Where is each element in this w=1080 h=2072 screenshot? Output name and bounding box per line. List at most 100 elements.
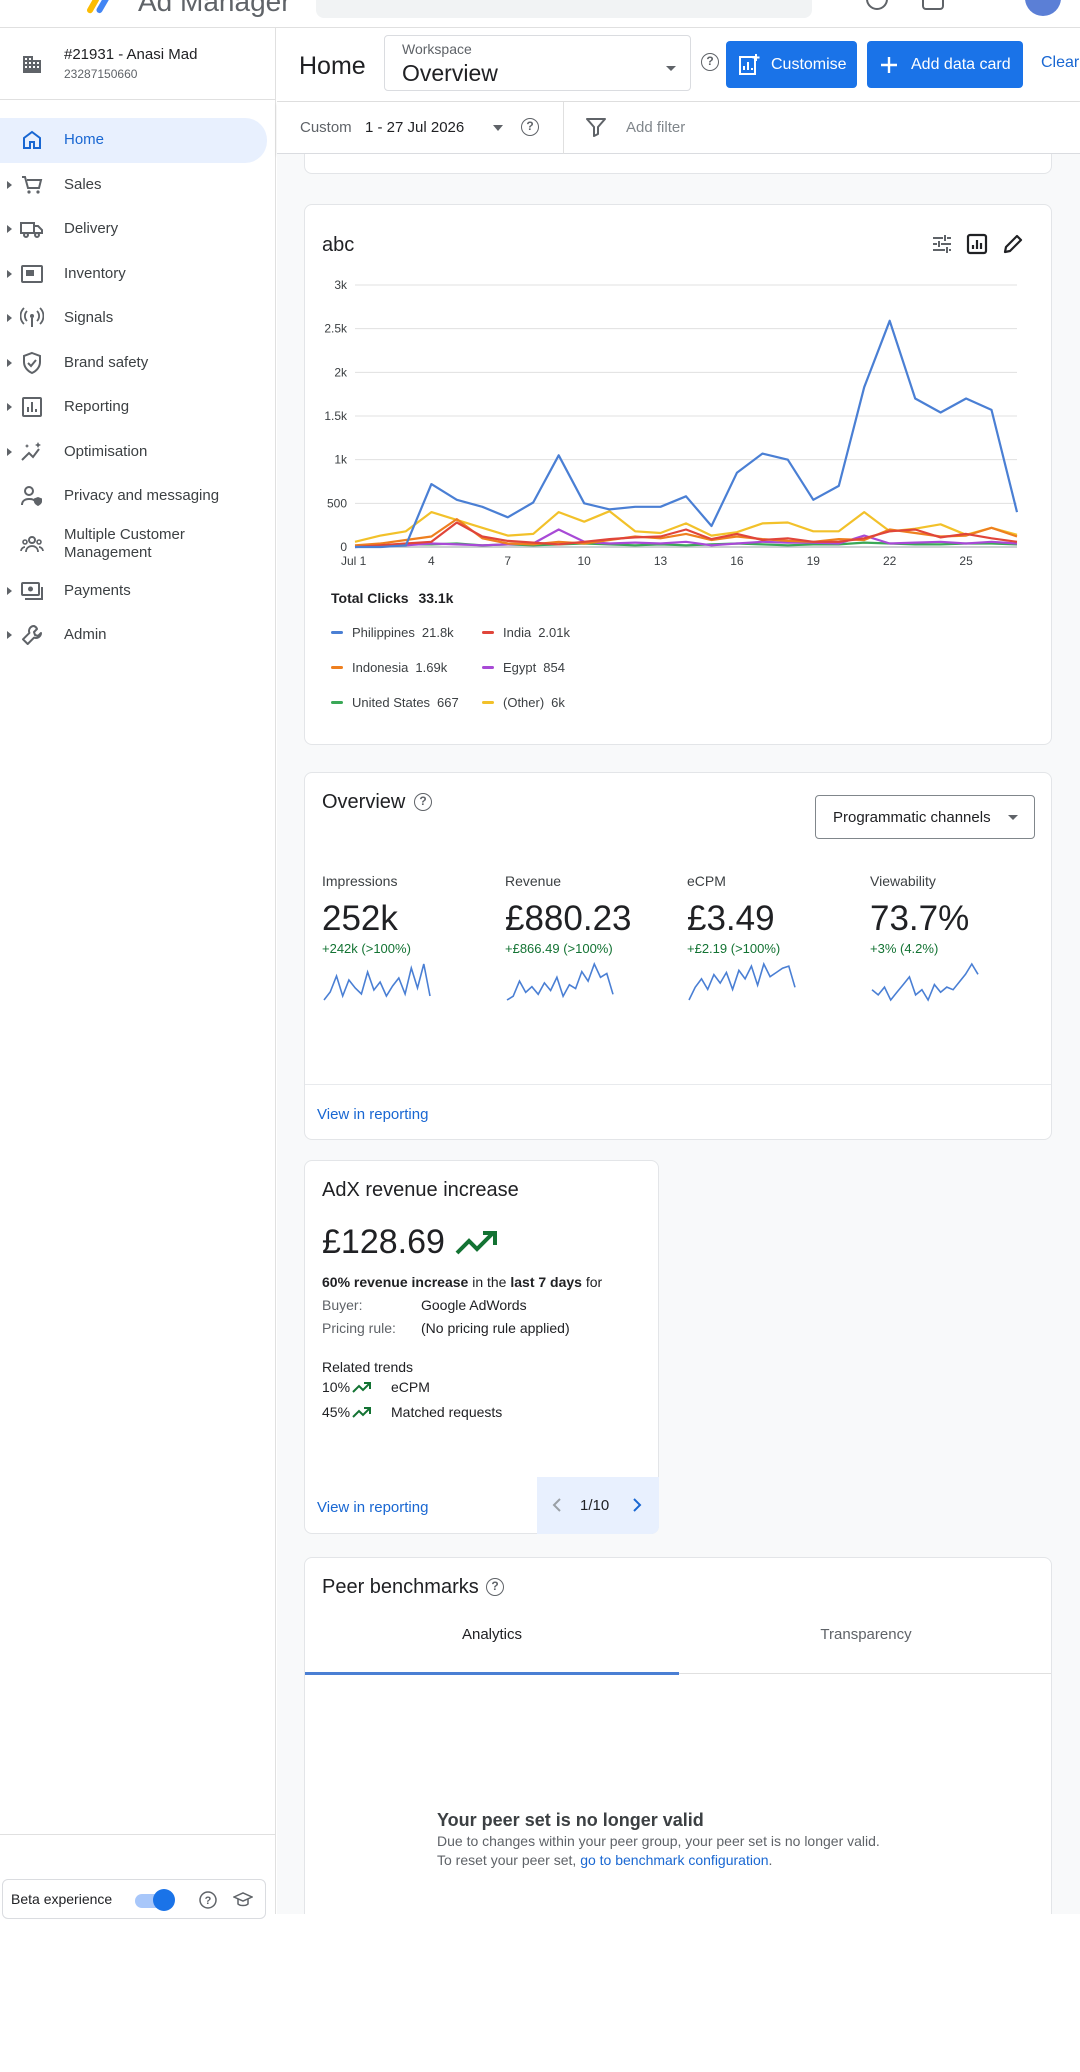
channel-select[interactable]: Programmatic channels [815,795,1035,839]
customise-button[interactable]: Customise [726,41,857,88]
sidebar-item-admin[interactable]: Admin [0,613,276,658]
beta-experience-panel: Beta experience ? [0,1834,276,1942]
series-line[interactable] [354,510,1018,543]
expand-caret-icon[interactable] [7,447,12,456]
add-filter-button[interactable]: Add filter [626,119,685,136]
sidebar: #21931 - Anasi Mad 23287150660 Home Sale… [0,28,276,1919]
sidebar-item-payments[interactable]: Payments [0,569,276,614]
dashboard-content: abc 0 500 1k 1.5k 2k 2.5k 3k Jul 1 4 7 10 13 16 19 22 2… [277,154,1080,1914]
legend-value: 667 [437,695,459,710]
view-in-reporting-link[interactable]: View in reporting [317,1499,428,1516]
add-data-card-button[interactable]: Add data card [867,41,1023,88]
help-icon[interactable]: ? [414,793,432,811]
view-in-reporting-link[interactable]: View in reporting [317,1106,428,1123]
related-trends-title: Related trends [322,1359,414,1375]
trend-row: 45% [322,1404,350,1420]
expand-caret-icon[interactable] [7,631,12,640]
adx-value: £128.69 [322,1223,445,1261]
filter-icon[interactable] [585,116,607,138]
adx-revenue-card: AdX revenue increase £128.69 60% revenue… [304,1160,659,1534]
tab-transparency[interactable]: Transparency [679,1626,1053,1643]
expand-caret-icon[interactable] [7,225,12,234]
adx-sentence-bold: last 7 days [510,1274,582,1290]
expand-caret-icon[interactable] [7,403,12,412]
help-icon[interactable]: ? [198,1890,218,1910]
trend-row: 10% [322,1379,350,1395]
expand-caret-icon[interactable] [7,314,12,323]
expand-caret-icon[interactable] [7,269,12,278]
dropdown-arrow-icon[interactable] [493,125,503,131]
more-vert-icon[interactable] [978,0,1000,10]
sidebar-item-optimisation[interactable]: Optimisation [0,430,276,475]
home-icon [23,131,41,150]
search-bar[interactable] [316,0,812,18]
metric-viewability[interactable]: Viewability 73.7% +3% (4.2%) [870,873,1040,1002]
overview-card: Overview ? Programmatic channels Impress… [304,772,1052,1140]
x-tick-label: 19 [807,554,821,568]
expand-caret-icon[interactable] [7,180,12,189]
expand-caret-icon[interactable] [7,358,12,367]
legend-item[interactable]: (Other) 6k [482,695,565,710]
sidebar-item-label: Payments [64,581,131,599]
legend-swatch [331,701,343,705]
tab-analytics[interactable]: Analytics [305,1626,679,1643]
clear-button[interactable]: Clear [1041,54,1079,72]
cart-icon [22,175,43,194]
sidebar-item-label: Reporting [64,398,130,416]
date-range-value[interactable]: 1 - 27 Jul 2026 [365,119,464,136]
chevron-left-icon[interactable] [551,1497,563,1513]
chevron-right-icon[interactable] [631,1497,643,1513]
sidebar-item-signals[interactable]: Signals [0,296,276,341]
avatar[interactable] [1025,0,1061,16]
pager-label: 1/10 [580,1497,610,1514]
legend-item[interactable]: Egypt 854 [482,660,565,675]
legend-name: India [503,625,532,640]
sidebar-item-home[interactable]: Home [0,118,267,163]
peer-message-title: Your peer set is no longer valid [437,1810,704,1830]
workspace-select[interactable]: Workspace Overview [384,35,691,91]
adx-sentence: 60% revenue increase in the last 7 days … [322,1274,602,1290]
legend-value: 21.8k [421,625,454,640]
toggle-knob[interactable] [153,1889,175,1911]
school-icon[interactable] [233,1890,253,1910]
help-icon[interactable] [866,0,888,10]
card-pager: 1/10 [537,1477,659,1534]
metric-delta: +242k (>100%) [322,941,411,956]
legend-item[interactable]: India 2.01k [482,625,570,640]
adx-sentence-text: for [581,1274,603,1290]
sidebar-item-delivery[interactable]: Delivery [0,207,276,252]
tune-icon[interactable] [930,232,954,256]
chart-type-icon[interactable] [965,232,989,256]
page-header: Home Workspace Overview ? Customise Add … [277,28,1080,102]
sidebar-item-reporting[interactable]: Reporting [0,385,276,430]
account-switcher[interactable]: #21931 - Anasi Mad 23287150660 [0,28,276,100]
help-icon[interactable]: ? [701,53,719,71]
expand-caret-icon[interactable] [7,586,12,595]
metric-value: 252k [322,899,398,938]
sidebar-item-inventory[interactable]: Inventory [0,252,276,297]
edit-icon[interactable] [1001,232,1025,256]
metric-value: £3.49 [687,899,775,938]
help-icon[interactable]: ? [486,1578,504,1596]
legend-item[interactable]: United States 667 [331,695,459,710]
benchmark-configuration-link[interactable]: go to benchmark configuration [580,1852,768,1868]
legend-item[interactable]: Indonesia 1.69k [331,660,447,675]
settings-icon[interactable] [922,0,944,10]
legend-item[interactable]: Philippines 21.8k [331,625,454,640]
metric-impressions[interactable]: Impressions 252k +242k (>100%) [322,873,492,1002]
reporting-icon [22,397,42,418]
sidebar-item-mcm[interactable]: Multiple Customer Management [0,519,276,569]
metric-ecpm[interactable]: eCPM £3.49 +£2.19 (>100%) [687,873,857,1002]
sparkline [688,962,796,1001]
legend-value: 6k [551,695,565,710]
sparkline-path [871,962,979,1002]
x-tick-label: Jul 1 [341,554,367,568]
sidebar-item-privacy[interactable]: Privacy and messaging [0,474,276,519]
sidebar-item-sales[interactable]: Sales [0,163,276,208]
metric-revenue[interactable]: Revenue £880.23 +£866.49 (>100%) [505,873,675,1002]
y-tick-label: 500 [327,496,347,510]
sidebar-item-brand-safety[interactable]: Brand safety [0,341,276,386]
sidebar-item-label: Delivery [64,220,119,238]
help-icon[interactable]: ? [521,118,539,136]
series-line[interactable] [355,319,1019,549]
